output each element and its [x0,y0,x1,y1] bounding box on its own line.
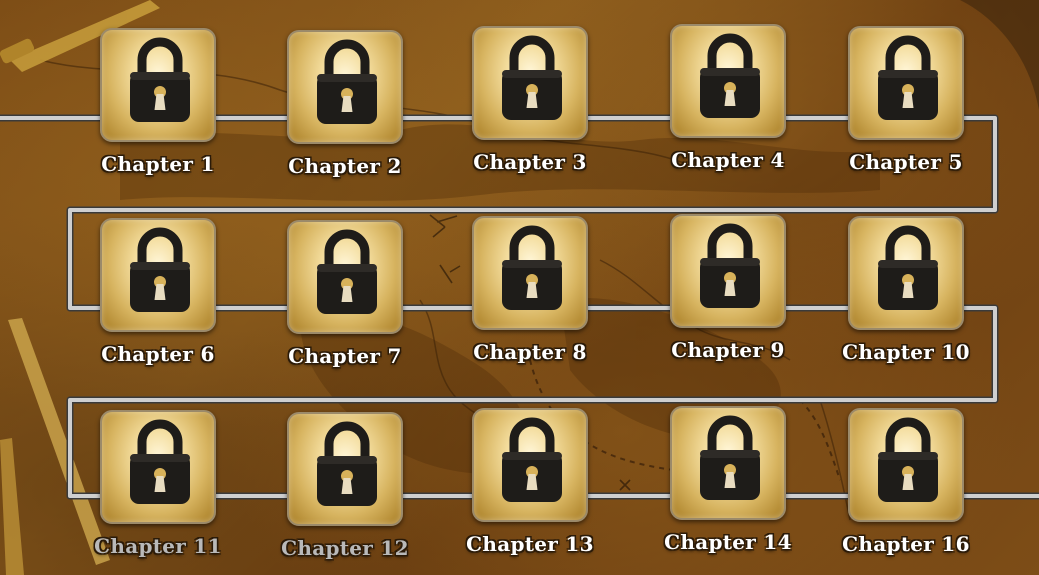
chapter-label: Chapter 14 [664,530,792,554]
chapter-button[interactable] [670,24,786,138]
padlock-icon [130,419,190,504]
chapter-button[interactable] [472,26,588,140]
padlock-icon [130,227,190,312]
padlock-icon [502,417,562,502]
chapter-button[interactable] [848,26,964,140]
chapter-button[interactable] [100,28,216,142]
padlock-icon [700,223,760,308]
chapter-label: Chapter 5 [849,150,963,174]
chapter-label: Chapter 1 [101,152,215,176]
chapter-tile[interactable]: Chapter 11 [94,410,222,558]
chapter-tile[interactable]: Chapter 1 [100,28,216,176]
chapter-tile[interactable]: Chapter 2 [287,30,403,178]
padlock-icon [317,39,377,124]
chapter-button[interactable] [472,408,588,522]
chapter-label: Chapter 16 [842,532,970,556]
chapter-tile[interactable]: Chapter 9 [670,214,786,362]
chapter-label: Chapter 2 [288,154,402,178]
padlock-icon [700,415,760,500]
chapter-tile[interactable]: Chapter 7 [287,220,403,368]
chapter-label: Chapter 9 [671,338,785,362]
padlock-icon [878,417,938,502]
chapter-button[interactable] [287,30,403,144]
chapter-button[interactable] [670,406,786,520]
chapter-button[interactable] [287,220,403,334]
chapter-tile[interactable]: Chapter 10 [842,216,970,364]
padlock-icon [502,225,562,310]
chapter-button[interactable] [100,218,216,332]
chapter-tile[interactable]: Chapter 4 [670,24,786,172]
chapter-label: Chapter 13 [466,532,594,556]
chapter-tile[interactable]: Chapter 3 [472,26,588,174]
chapter-tile[interactable]: Chapter 14 [664,406,792,554]
chapter-tile[interactable]: Chapter 5 [848,26,964,174]
chapter-button[interactable] [287,412,403,526]
padlock-icon [317,421,377,506]
chapter-label: Chapter 12 [281,536,409,560]
chapter-tile[interactable]: Chapter 13 [466,408,594,556]
chapter-label: Chapter 4 [671,148,785,172]
chapter-button[interactable] [848,408,964,522]
chapter-label: Chapter 3 [473,150,587,174]
chapter-label: Chapter 7 [288,344,402,368]
chapter-button[interactable] [472,216,588,330]
padlock-icon [700,33,760,118]
chapter-label: Chapter 6 [101,342,215,366]
chapter-tile[interactable]: Chapter 8 [472,216,588,364]
padlock-icon [317,229,377,314]
chapter-button[interactable] [100,410,216,524]
chapter-tile[interactable]: Chapter 6 [100,218,216,366]
padlock-icon [878,35,938,120]
chapter-label: Chapter 8 [473,340,587,364]
chapter-label: Chapter 11 [94,534,222,558]
chapter-button[interactable] [848,216,964,330]
padlock-icon [878,225,938,310]
padlock-icon [130,37,190,122]
chapter-label: Chapter 10 [842,340,970,364]
chapter-button[interactable] [670,214,786,328]
chapter-tile[interactable]: Chapter 16 [842,408,970,556]
chapter-tile[interactable]: Chapter 12 [281,412,409,560]
padlock-icon [502,35,562,120]
